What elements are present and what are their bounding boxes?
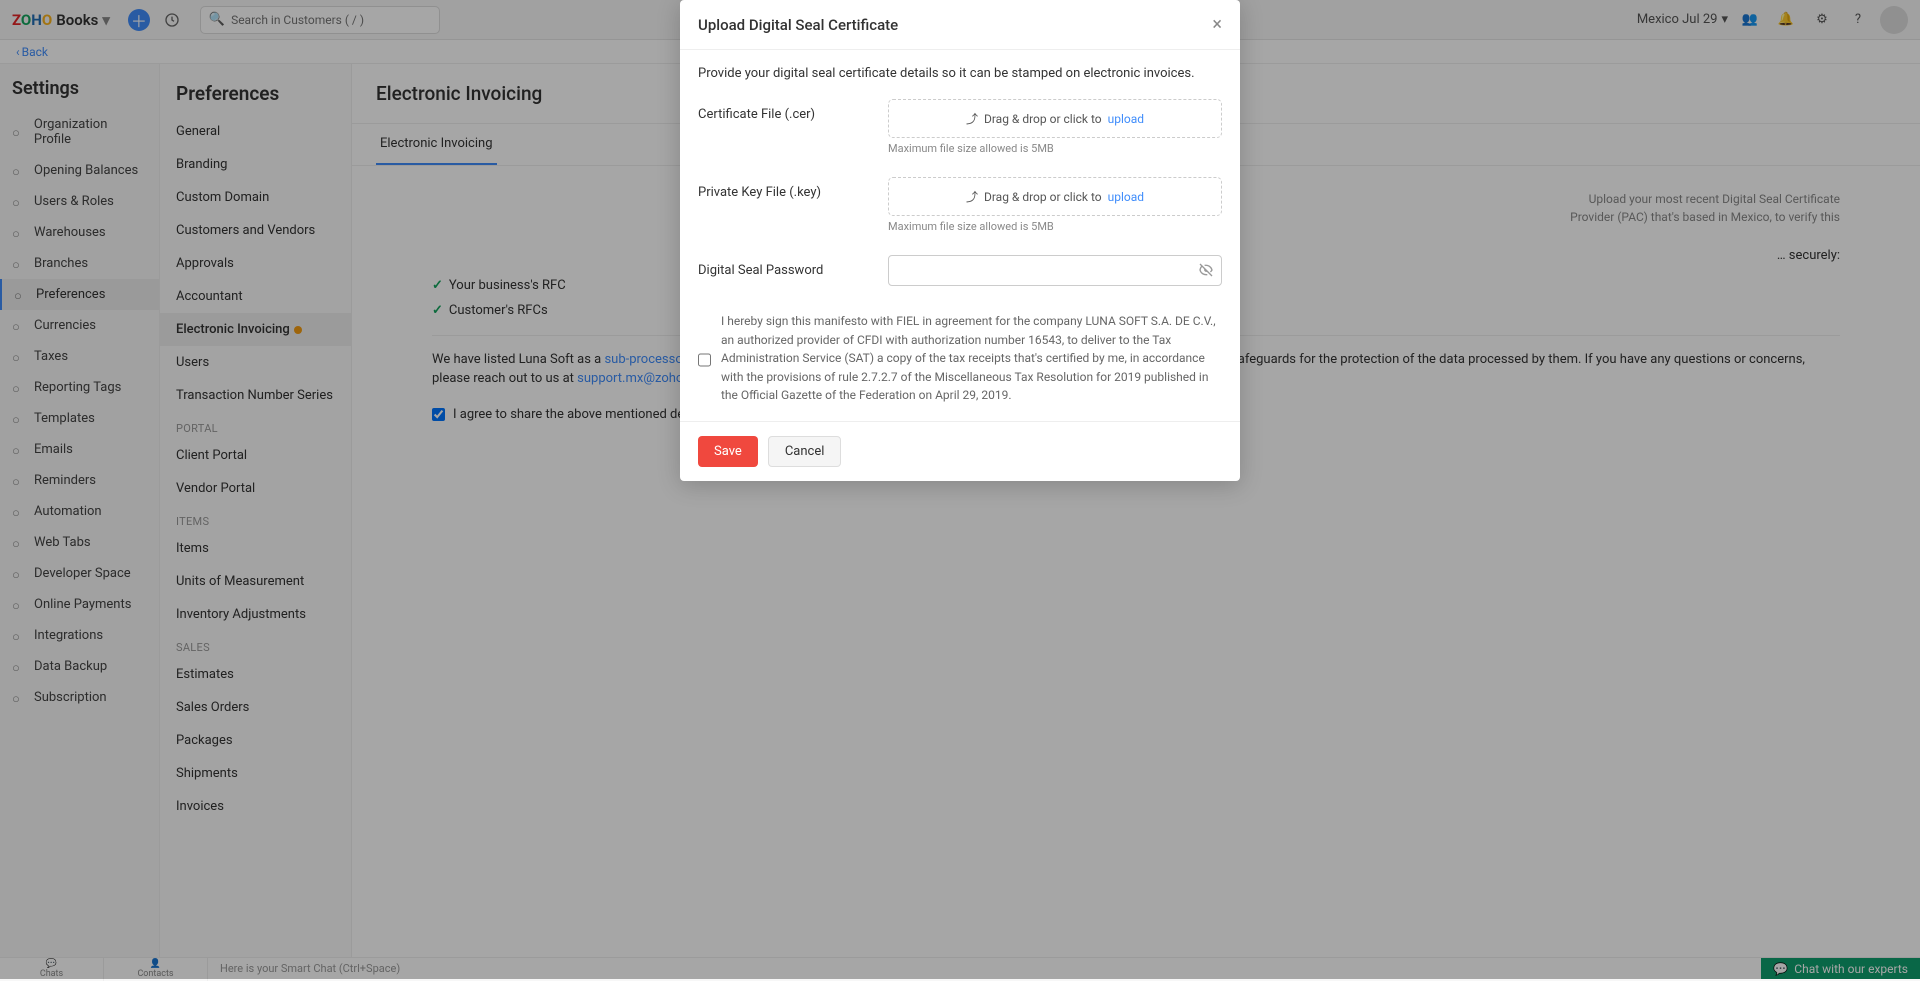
- cert-file-hint: Maximum file size allowed is 5MB: [888, 142, 1222, 155]
- key-file-label: Private Key File (.key): [698, 177, 868, 200]
- cert-file-dropzone[interactable]: ⤴ Drag & drop or click to upload: [888, 99, 1222, 138]
- modal-overlay: Upload Digital Seal Certificate × Provid…: [0, 0, 1920, 979]
- close-icon[interactable]: ×: [1212, 14, 1222, 35]
- cancel-button[interactable]: Cancel: [768, 436, 842, 467]
- modal-subtitle: Provide your digital seal certificate de…: [698, 66, 1222, 81]
- dropzone-text: Drag & drop or click to: [984, 112, 1102, 126]
- cert-file-label: Certificate File (.cer): [698, 99, 868, 122]
- key-file-dropzone[interactable]: ⤴ Drag & drop or click to upload: [888, 177, 1222, 216]
- modal-title: Upload Digital Seal Certificate: [698, 16, 898, 34]
- eye-slash-icon[interactable]: [1198, 262, 1214, 278]
- key-file-hint: Maximum file size allowed is 5MB: [888, 220, 1222, 233]
- password-label: Digital Seal Password: [698, 255, 868, 278]
- upload-certificate-modal: Upload Digital Seal Certificate × Provid…: [680, 0, 1240, 481]
- upload-icon: ⤴: [966, 188, 978, 205]
- dropzone-text: Drag & drop or click to: [984, 190, 1102, 204]
- manifesto-text: I hereby sign this manifesto with FIEL i…: [721, 312, 1222, 405]
- password-input[interactable]: [888, 255, 1222, 286]
- dropzone-upload-link: upload: [1108, 112, 1144, 126]
- upload-icon: ⤴: [966, 110, 978, 127]
- dropzone-upload-link: upload: [1108, 190, 1144, 204]
- manifesto-checkbox[interactable]: [698, 315, 711, 405]
- save-button[interactable]: Save: [698, 436, 758, 467]
